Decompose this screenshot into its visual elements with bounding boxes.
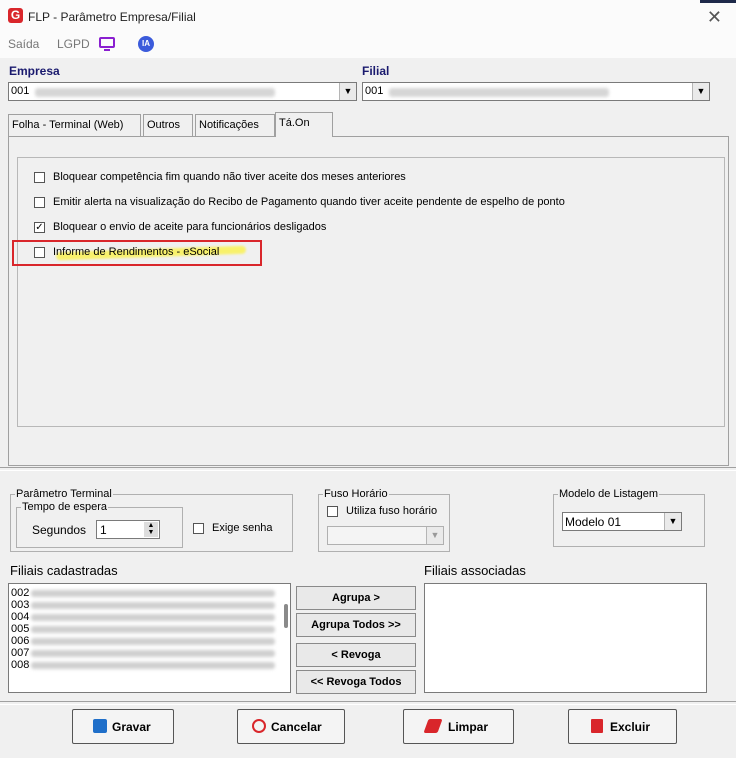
list-item[interactable]: 007 bbox=[11, 648, 29, 659]
agrupa-todos-button[interactable]: Agrupa Todos >> bbox=[296, 613, 416, 637]
redacted-text bbox=[35, 88, 275, 97]
divider bbox=[0, 701, 736, 705]
lgpd-button[interactable]: LGPD bbox=[57, 37, 90, 51]
segundos-spinner[interactable]: 1 ▲ ▼ bbox=[96, 520, 160, 539]
saida-button[interactable]: Saída bbox=[8, 37, 39, 51]
list-item[interactable]: 004 bbox=[11, 612, 29, 623]
filial-label: Filial bbox=[362, 64, 390, 78]
divider bbox=[0, 467, 736, 471]
list-item[interactable]: 005 bbox=[11, 624, 29, 635]
segundos-value: 1 bbox=[100, 523, 107, 537]
empresa-select[interactable]: 001 ▼ bbox=[8, 82, 357, 101]
redacted-text bbox=[31, 662, 275, 669]
app-logo-icon: G bbox=[8, 8, 23, 23]
tab-ta-on[interactable]: Tá.On bbox=[275, 112, 333, 137]
excluir-button[interactable]: Excluir bbox=[568, 709, 677, 744]
empresa-value: 001 bbox=[11, 85, 30, 97]
redacted-text bbox=[31, 650, 275, 657]
redacted-text bbox=[31, 590, 275, 597]
tab-folha-terminal[interactable]: Folha - Terminal (Web) bbox=[8, 114, 141, 136]
annotation-highlight bbox=[12, 240, 262, 266]
monitor-icon[interactable] bbox=[99, 37, 115, 48]
cancel-icon bbox=[252, 719, 266, 733]
cancelar-button[interactable]: Cancelar bbox=[237, 709, 345, 744]
filial-value: 001 bbox=[365, 85, 384, 97]
redacted-text bbox=[389, 88, 609, 97]
title-bar: G FLP - Parâmetro Empresa/Filial ✕ bbox=[0, 0, 736, 32]
chevron-down-icon[interactable]: ▼ bbox=[692, 83, 709, 100]
chevron-down-icon[interactable]: ▼ bbox=[339, 83, 356, 100]
redacted-text bbox=[31, 602, 275, 609]
checkbox[interactable] bbox=[193, 523, 204, 534]
save-icon bbox=[93, 719, 107, 733]
eraser-icon bbox=[423, 719, 443, 733]
tab-notificacoes[interactable]: Notificações bbox=[195, 114, 275, 136]
checkbox[interactable] bbox=[34, 197, 45, 208]
gravar-button[interactable]: Gravar bbox=[72, 709, 174, 744]
filiais-associadas-label: Filiais associadas bbox=[424, 563, 526, 578]
chevron-down-icon[interactable]: ▼ bbox=[664, 513, 681, 530]
redacted-text bbox=[31, 626, 275, 633]
revoga-todos-button[interactable]: << Revoga Todos bbox=[296, 670, 416, 694]
limpar-button[interactable]: Limpar bbox=[403, 709, 514, 744]
tab-outros[interactable]: Outros bbox=[143, 114, 193, 136]
fuso-select[interactable]: ▼ bbox=[327, 526, 444, 545]
list-item[interactable]: 008 bbox=[11, 660, 29, 671]
chevron-down-icon[interactable]: ▼ bbox=[426, 527, 443, 544]
toolbar: Saída LGPD IA bbox=[0, 32, 736, 58]
empresa-label: Empresa bbox=[9, 64, 60, 78]
list-item[interactable]: 006 bbox=[11, 636, 29, 647]
checkbox[interactable] bbox=[327, 506, 338, 517]
close-icon[interactable]: ✕ bbox=[707, 7, 722, 28]
filiais-cadastradas-list[interactable]: 002 003 004 005 006 007 008 bbox=[8, 583, 291, 693]
segundos-label: Segundos bbox=[32, 523, 87, 537]
redacted-text bbox=[31, 638, 275, 645]
window-title: FLP - Parâmetro Empresa/Filial bbox=[28, 10, 196, 24]
list-item[interactable]: 002 bbox=[11, 588, 29, 599]
revoga-button[interactable]: < Revoga bbox=[296, 643, 416, 667]
filial-select[interactable]: 001 ▼ bbox=[362, 82, 710, 101]
monitor-stand bbox=[104, 49, 110, 51]
list-scrollbar-thumb[interactable] bbox=[284, 604, 288, 628]
filiais-associadas-list[interactable] bbox=[424, 583, 707, 693]
list-item[interactable]: 003 bbox=[11, 600, 29, 611]
trash-icon bbox=[591, 719, 603, 733]
modelo-select[interactable]: Modelo 01 ▼ bbox=[562, 512, 682, 531]
checkbox-checked[interactable]: ✓ bbox=[34, 222, 45, 233]
checkbox[interactable] bbox=[34, 172, 45, 183]
window-edge bbox=[700, 0, 736, 3]
redacted-text bbox=[31, 614, 275, 621]
spin-arrows-icon[interactable]: ▲ ▼ bbox=[144, 522, 158, 537]
filiais-cadastradas-label: Filiais cadastradas bbox=[10, 563, 118, 578]
ia-icon[interactable]: IA bbox=[138, 36, 154, 52]
agrupa-button[interactable]: Agrupa > bbox=[296, 586, 416, 610]
modelo-value: Modelo 01 bbox=[565, 515, 622, 529]
